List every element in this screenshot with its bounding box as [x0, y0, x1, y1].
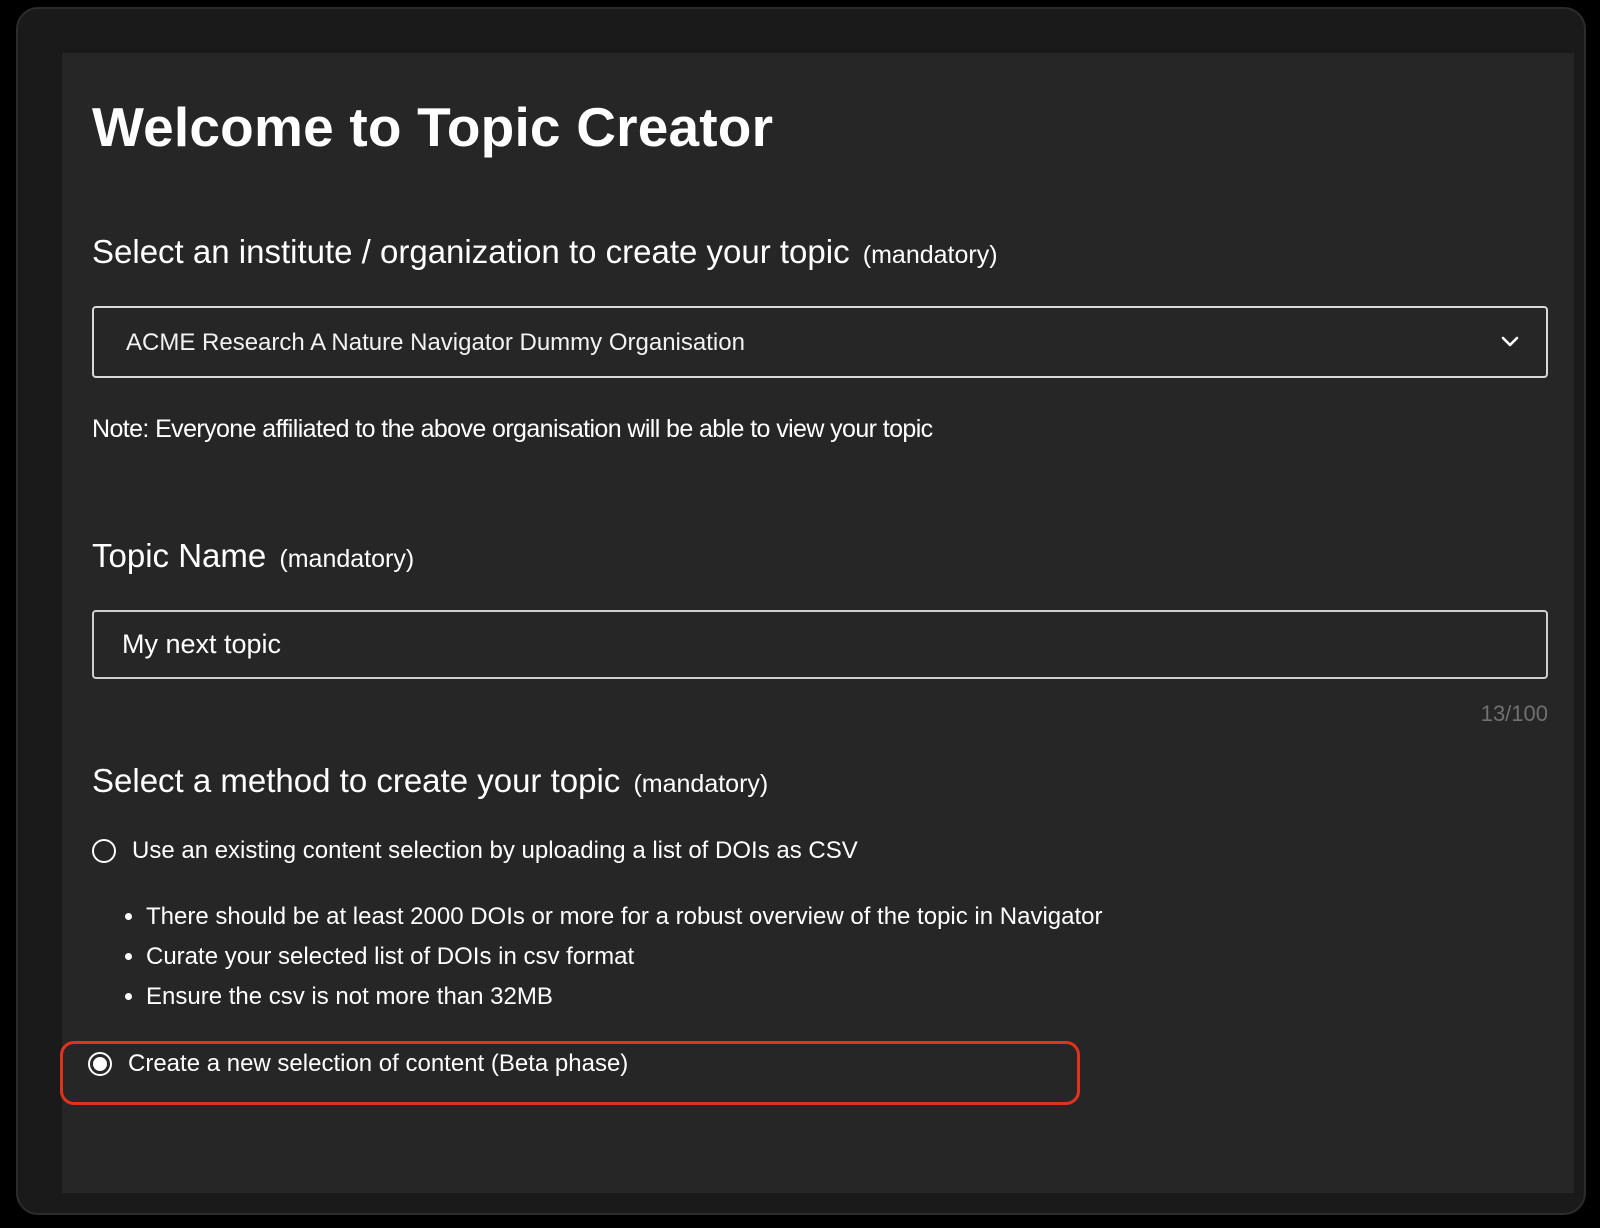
- list-item: Ensure the csv is not more than 32MB: [146, 977, 1102, 1017]
- organization-select-value: ACME Research A Nature Navigator Dummy O…: [126, 329, 745, 356]
- character-counter: 13/100: [1480, 701, 1548, 726]
- organization-visibility-note: Note: Everyone affiliated to the above o…: [92, 415, 933, 443]
- topic-name-heading: Topic Name (mandatory): [92, 537, 414, 575]
- mandatory-label: (mandatory): [862, 241, 998, 269]
- method-heading-text: Select a method to create your topic: [92, 762, 621, 799]
- method-heading: Select a method to create your topic (ma…: [92, 762, 768, 800]
- chevron-down-icon: [1501, 336, 1519, 347]
- csv-requirements-list: There should be at least 2000 DOIs or mo…: [120, 897, 1102, 1017]
- radio-option-label: Create a new selection of content (Beta …: [128, 1050, 629, 1077]
- topic-creator-panel: Welcome to Topic Creator Select an insti…: [60, 53, 1574, 1193]
- mandatory-label: (mandatory): [633, 770, 769, 798]
- radio-option-label: Use an existing content selection by upl…: [132, 837, 858, 864]
- mandatory-label: (mandatory): [279, 545, 415, 573]
- radio-button-unchecked[interactable]: [92, 839, 116, 863]
- topic-name-input[interactable]: [92, 610, 1548, 679]
- list-item: Curate your selected list of DOIs in csv…: [146, 937, 1102, 977]
- page-title: Welcome to Topic Creator: [92, 96, 774, 158]
- list-item: There should be at least 2000 DOIs or mo…: [146, 897, 1102, 937]
- organization-heading-text: Select an institute / organization to cr…: [92, 233, 850, 270]
- topic-name-heading-text: Topic Name: [92, 537, 267, 574]
- radio-button-checked[interactable]: [88, 1052, 112, 1076]
- organization-heading: Select an institute / organization to cr…: [92, 233, 998, 271]
- app-window-frame: Welcome to Topic Creator Select an insti…: [16, 7, 1586, 1215]
- radio-option-new-selection[interactable]: Create a new selection of content (Beta …: [88, 1050, 628, 1078]
- organization-select[interactable]: ACME Research A Nature Navigator Dummy O…: [92, 306, 1548, 378]
- radio-option-upload-csv[interactable]: Use an existing content selection by upl…: [92, 837, 858, 865]
